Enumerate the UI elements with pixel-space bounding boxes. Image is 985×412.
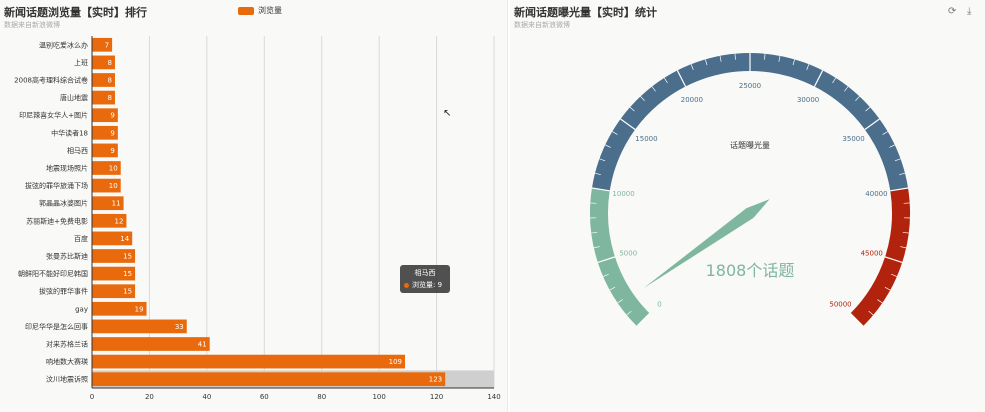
bar-value-label: 8 [108, 94, 112, 102]
y-tick-label: 温别吃爱冰么办 [39, 40, 88, 49]
x-tick-label: 100 [372, 393, 385, 401]
tooltip-row: 浏览量: 9 [404, 280, 446, 290]
y-tick-label: 印尼华华是怎么回事 [25, 322, 88, 331]
y-tick-label: 相马西 [67, 146, 88, 155]
bar-value-label: 12 [115, 217, 124, 225]
gauge-tick-label: 25000 [739, 82, 761, 90]
gauge-svg: 0 5000 10000 15000 20000 25000 30000 35000 40000… [590, 53, 910, 327]
bar-value-label: 41 [198, 341, 207, 349]
y-tick-label: 拔弦的罪华旅涌下场 [25, 181, 88, 190]
x-tick-label: 40 [202, 393, 211, 401]
x-tick-label: 20 [145, 393, 154, 401]
gauge-detail: 1808个话题 [706, 261, 795, 280]
tooltip-value: 9 [437, 281, 443, 289]
gauge-tick-label: 5000 [619, 250, 637, 258]
x-tick-label: 60 [260, 393, 269, 401]
bar-value-label: 14 [120, 235, 129, 243]
y-tick-label: 地震现场照片 [46, 164, 88, 173]
bar [92, 337, 210, 351]
gauge-tick-label: 15000 [635, 135, 657, 143]
bar-value-label: 15 [123, 253, 132, 261]
bar-value-label: 33 [175, 323, 184, 331]
bar [92, 372, 446, 387]
y-tick-label: 响地数大赛瑛 [46, 357, 88, 366]
y-tick-label: 印尼辣喜女华人+图片 [19, 111, 88, 120]
gauge-label: 话题曝光量 [730, 140, 770, 150]
bar [92, 319, 187, 334]
y-tick-label: 拔弦的罪华事件 [39, 287, 88, 296]
bar-value-label: 109 [389, 358, 402, 366]
y-tick-label: 苏丽斯迪+免费电影 [26, 216, 88, 225]
y-tick-label: 对来苏格兰话 [46, 340, 88, 349]
y-tick-label: 百度 [74, 234, 88, 243]
tooltip-series: 浏览量 [412, 281, 433, 289]
gauge-tick-label: 40000 [865, 190, 887, 198]
y-tick-label: 2008高考理科综合试卷 [14, 76, 88, 85]
y-tick-label: 上班 [74, 58, 88, 67]
gauge-tick-label: 30000 [797, 96, 819, 104]
gauge-tick-label: 45000 [861, 250, 883, 258]
gauge-panel: 新闻话题曝光量【实时】统计 数据来自新浪微博 ⟳ ⤓ 0 5000 10000 150… [510, 0, 985, 412]
bar-value-label: 9 [110, 147, 114, 155]
mouse-cursor-icon: ↖ [443, 108, 452, 119]
gauge-tick-label: 20000 [681, 96, 703, 104]
y-tick-label: gay [75, 305, 88, 313]
y-tick-label: 郭晶晶冰婆图片 [39, 199, 88, 208]
bar-value-label: 15 [123, 288, 132, 296]
bar-value-label: 8 [108, 77, 112, 85]
bar-value-label: 9 [110, 112, 114, 120]
gauge-tick-label: 0 [657, 301, 661, 309]
gauge-tick-label: 50000 [829, 301, 851, 309]
bar-value-label: 9 [110, 129, 114, 137]
gauge-tick-label: 35000 [842, 135, 864, 143]
y-tick-label: 中华读者18 [51, 128, 88, 137]
y-tick-label: 唐山地震 [60, 93, 88, 102]
bar-value-label: 8 [108, 59, 112, 67]
x-tick-label: 140 [487, 393, 500, 401]
bar [92, 354, 405, 369]
x-tick-label: 80 [317, 393, 326, 401]
bar-value-label: 10 [109, 165, 118, 173]
tooltip-dot [404, 282, 409, 288]
x-tick-label: 0 [90, 393, 94, 401]
bar-value-label: 7 [105, 41, 109, 49]
y-tick-label: 朝鲜阳不能好印尼韩国 [18, 269, 88, 278]
bar-value-label: 10 [109, 182, 118, 190]
bar-tooltip: 相马西 浏览量: 9 [400, 265, 450, 293]
bar-value-label: 15 [123, 270, 132, 278]
bar-chart-svg: 0 20 40 60 80 100 120 140 7 温别吃爱冰么办 8 上班 8 2008高考理科综合… [14, 36, 501, 401]
tooltip-name: 相马西 [414, 269, 436, 277]
bar-value-label: 11 [112, 200, 121, 208]
bar-chart-panel: 新闻话题浏览量【实时】排行 数据来自新浪微博 浏览量 0 20 40 60 80 100 1… [0, 0, 508, 412]
y-tick-label: 张曼苏比斯迪 [46, 252, 88, 261]
bar-value-label: 123 [429, 376, 442, 384]
bar-value-label: 19 [135, 305, 144, 313]
gauge-tick-label: 10000 [612, 190, 634, 198]
x-tick-label: 120 [430, 393, 443, 401]
y-tick-label: 汶川地震诉照 [46, 375, 88, 384]
